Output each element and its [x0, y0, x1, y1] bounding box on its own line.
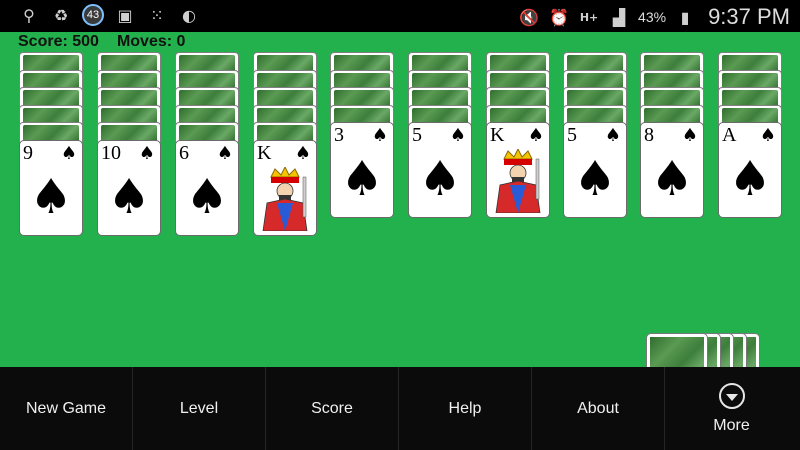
- spade-icon: ♠: [681, 125, 698, 146]
- card-back: [408, 87, 472, 107]
- card-back: [175, 87, 239, 107]
- card-rank: 3: [334, 124, 344, 146]
- card-back: [97, 52, 161, 72]
- status-bar: ⚲ ♻ 43 ▣ ⁙ ◐ 🔇 ⏰ H+ ▟ 43% ▮ 9:37 PM: [0, 0, 800, 32]
- spade-icon: ♠: [604, 125, 621, 146]
- card-back: [408, 52, 472, 72]
- spade-icon: ♠: [527, 125, 544, 146]
- menu-new-game[interactable]: New Game: [0, 367, 133, 450]
- card-back: [175, 52, 239, 72]
- score-bar: Score: 500 Moves: 0: [18, 33, 185, 51]
- face-up-card[interactable]: K ♠: [253, 140, 317, 236]
- spade-large-icon: ♠: [29, 169, 73, 225]
- card-rank: 5: [412, 124, 422, 146]
- face-up-card[interactable]: 6 ♠ ♠: [175, 140, 239, 236]
- status-right-icons: 🔇 ⏰ H+ ▟ 43% ▮ 9:37 PM: [518, 4, 790, 30]
- menu-level[interactable]: Level: [133, 367, 266, 450]
- card-back: [175, 122, 239, 142]
- spade-icon: ♠: [294, 143, 311, 164]
- battery-icon: ▮: [680, 7, 690, 27]
- menu-score[interactable]: Score: [266, 367, 399, 450]
- card-back: [330, 87, 394, 107]
- card-back: [253, 122, 317, 142]
- face-up-card[interactable]: 10 ♠ ♠: [97, 140, 161, 236]
- card-rank: 8: [644, 124, 654, 146]
- clock-time: 9:37 PM: [708, 4, 790, 29]
- recycle-icon: ♻: [53, 5, 69, 25]
- spade-icon: ♠: [371, 125, 388, 146]
- card-back: [486, 52, 550, 72]
- card-back: [330, 52, 394, 72]
- card-rank: K: [490, 124, 505, 146]
- notification-count-badge: 43: [82, 4, 104, 26]
- spade-large-icon: ♠: [340, 151, 384, 207]
- card-rank: 9: [23, 142, 33, 164]
- card-back: [253, 87, 317, 107]
- options-menu: New Game Level Score Help About More: [0, 367, 800, 450]
- score-text: Score: 500: [18, 33, 99, 50]
- card-back: [19, 87, 83, 107]
- face-up-card[interactable]: 8 ♠ ♠: [640, 122, 704, 218]
- card-back: [19, 122, 83, 142]
- face-up-card[interactable]: 5 ♠ ♠: [408, 122, 472, 218]
- alarm-icon: ⏰: [549, 7, 569, 27]
- card-back: [563, 52, 627, 72]
- h-plus-network-icon: H+: [579, 10, 599, 24]
- spade-large-icon: ♠: [107, 169, 151, 225]
- card-rank: A: [722, 124, 737, 146]
- spade-large-icon: ♠: [728, 151, 772, 207]
- menu-more-label: More: [713, 416, 750, 434]
- menu-help[interactable]: Help: [399, 367, 532, 450]
- card-rank: K: [257, 142, 272, 164]
- card-rank: 10: [101, 142, 121, 164]
- face-up-card[interactable]: 9 ♠ ♠: [19, 140, 83, 236]
- spade-icon: ♠: [449, 125, 466, 146]
- king-figure-image: [495, 149, 541, 213]
- card-back: [19, 52, 83, 72]
- face-up-card[interactable]: 3 ♠ ♠: [330, 122, 394, 218]
- status-left-icons: ⚲ ♻ 43 ▣ ⁙ ◐: [18, 4, 200, 26]
- card-back: [253, 52, 317, 72]
- card-rank: 5: [567, 124, 577, 146]
- spade-icon: ♠: [60, 143, 77, 164]
- spade-large-icon: ♠: [185, 169, 229, 225]
- card-back: [718, 87, 782, 107]
- battery-percent: 43%: [638, 9, 667, 25]
- card-rank: 6: [179, 142, 189, 164]
- spade-icon: ♠: [138, 143, 155, 164]
- moves-text: Moves: 0: [116, 33, 186, 50]
- card-back: [640, 52, 704, 72]
- spade-large-icon: ♠: [418, 151, 462, 207]
- card-back: [97, 87, 161, 107]
- card-back: [640, 87, 704, 107]
- king-figure-image: [262, 167, 308, 231]
- card-back: [563, 87, 627, 107]
- spade-icon: ♠: [759, 125, 776, 146]
- signal-icon: ▟: [612, 7, 626, 27]
- spade-large-icon: ♠: [650, 151, 694, 207]
- card-back: [718, 52, 782, 72]
- image-icon: ▣: [117, 5, 133, 25]
- card-back: [97, 122, 161, 142]
- face-up-card[interactable]: K ♠: [486, 122, 550, 218]
- face-up-card[interactable]: A ♠ ♠: [718, 122, 782, 218]
- mute-icon: 🔇: [519, 7, 539, 27]
- unknown-app-icon: ◐: [182, 5, 196, 25]
- menu-more[interactable]: More: [665, 367, 798, 450]
- chevron-down-circle-icon: [718, 382, 745, 409]
- spade-icon: ♠: [216, 143, 233, 164]
- card-back: [486, 87, 550, 107]
- usb-icon: ⚲: [23, 5, 35, 25]
- menu-about[interactable]: About: [532, 367, 665, 450]
- spade-large-icon: ♠: [573, 151, 617, 207]
- bbm-icon: ⁙: [150, 5, 164, 25]
- face-up-card[interactable]: 5 ♠ ♠: [563, 122, 627, 218]
